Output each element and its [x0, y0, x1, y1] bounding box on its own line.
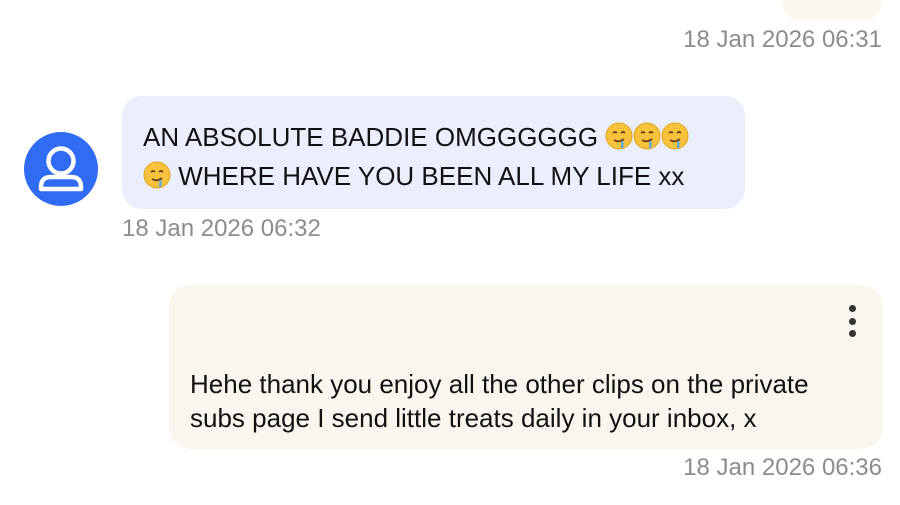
user-avatar-icon[interactable] [24, 132, 98, 206]
outgoing-message-text: Hehe thank you enjoy all the other clips… [190, 369, 809, 433]
message-line-1: AN ABSOLUTE BADDIE OMGGGGGG [143, 122, 599, 152]
message-line-2: WHERE HAVE YOU BEEN ALL MY LIFE xx [178, 161, 685, 191]
more-options-icon[interactable] [845, 305, 859, 337]
outgoing-message-bubble[interactable]: Hehe thank you enjoy all the other clips… [169, 285, 883, 449]
incoming-message-bubble[interactable]: AN ABSOLUTE BADDIE OMGGGGGG WHERE HAVE Y… [122, 96, 745, 209]
drooling-face-icon [633, 122, 661, 159]
message-timestamp: 18 Jan 2026 06:32 [122, 215, 321, 242]
drooling-face-icon [143, 161, 171, 198]
message-timestamp: 18 Jan 2026 06:36 [683, 454, 882, 481]
chat-thread: 18 Jan 2026 06:31 AN ABSOLUTE BADDIE OMG… [0, 0, 900, 505]
drooling-face-icon [605, 122, 633, 159]
incoming-message-text: AN ABSOLUTE BADDIE OMGGGGGG WHERE HAVE Y… [143, 120, 725, 198]
message-timestamp: 18 Jan 2026 06:31 [683, 26, 882, 53]
previous-message-bubble[interactable] [782, 0, 882, 20]
drooling-face-icon [661, 122, 689, 159]
